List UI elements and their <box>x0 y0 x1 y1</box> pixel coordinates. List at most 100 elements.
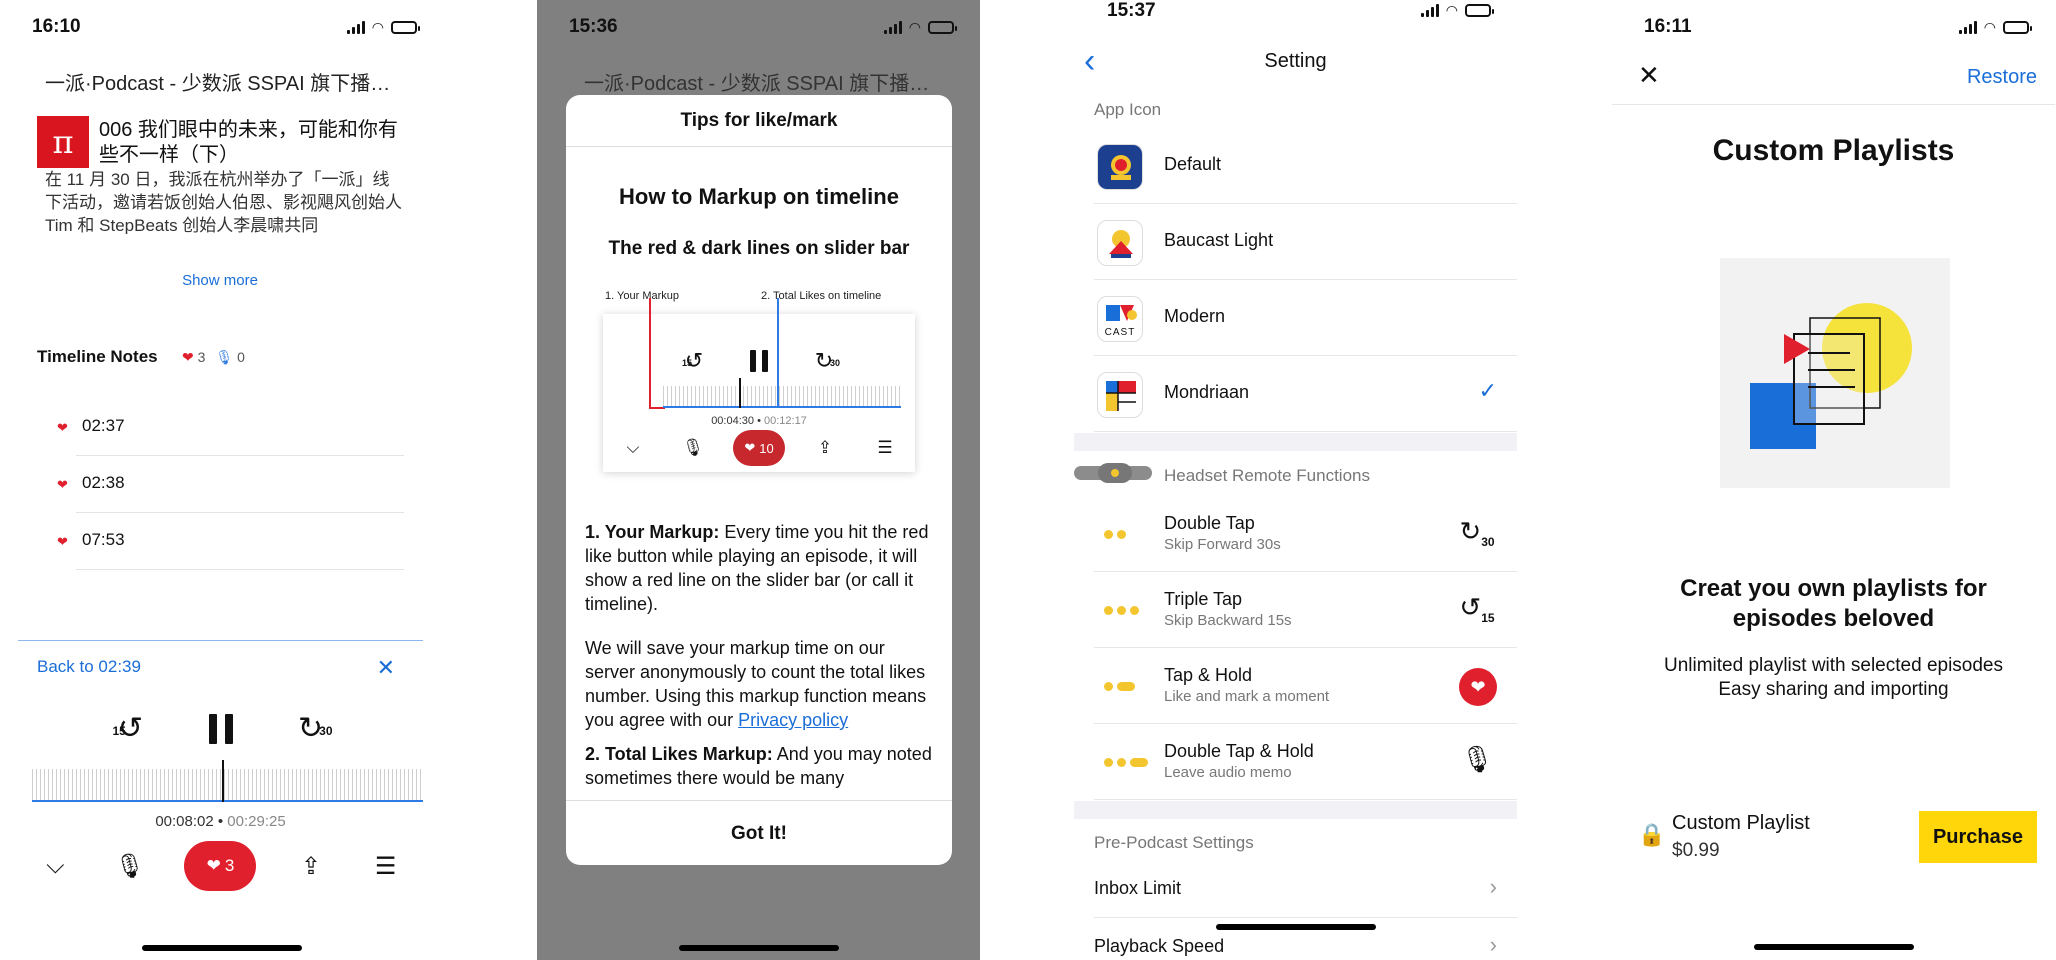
slider-playhead[interactable] <box>222 760 225 802</box>
illustration-slider <box>663 378 901 408</box>
headset-double-tap-hold-row[interactable]: Double Tap & Hold Leave audio memo 🎙 <box>1094 724 1517 800</box>
purchase-button[interactable]: Purchase <box>1919 811 2037 863</box>
timeline-notes-counts: ❤ 3 🎙 0 <box>182 349 245 366</box>
chevron-down-icon[interactable]: ⌵ <box>35 852 75 880</box>
app-icon-option-baucast-light[interactable]: Baucast Light <box>1094 204 1517 280</box>
headset-section-header: Headset Remote Functions <box>1164 466 1370 485</box>
skip-forward-seconds: 30 <box>319 724 333 738</box>
time-readout: 00:08:02 • 00:29:25 <box>155 813 286 830</box>
dialog-body[interactable]: How to Markup on timeline The red & dark… <box>566 148 952 800</box>
close-icon[interactable]: ✕ <box>1638 60 1660 91</box>
gesture-title: Tap & Hold <box>1164 665 1253 685</box>
tips-paragraph-3: 2. Total Likes Markup: And you may noted… <box>585 742 935 790</box>
mic-icon[interactable]: 🎙 <box>110 852 150 881</box>
share-icon[interactable]: ⇪ <box>291 852 331 881</box>
podcast-title: 一派·Podcast - 少数派 SSPAI 旗下播… <box>584 73 930 95</box>
home-indicator <box>1753 944 1914 950</box>
triple-dot-icon <box>1104 606 1139 615</box>
slider-track <box>32 800 423 802</box>
label-total-likes: 2. Total Likes on timeline <box>761 290 882 302</box>
default-app-icon <box>1097 144 1143 190</box>
heart-icon: ❤ <box>206 856 221 875</box>
icon-option-label: Baucast Light <box>1164 230 1274 250</box>
share-icon: ⇪ <box>817 438 833 457</box>
battery-icon <box>928 21 957 34</box>
wifi-icon: ◠ <box>1445 2 1458 18</box>
skip-forward-seconds: 30 <box>829 358 840 368</box>
inbox-limit-row[interactable]: Inbox Limit › <box>1094 860 1517 918</box>
status-bar: 16:11 ◠ <box>1612 0 2055 52</box>
mini-player: Back to 02:39 ✕ ↺ 15 ↻ 30 00:08:02 • 00:29… <box>18 640 423 960</box>
skip-seconds: 15 <box>1481 611 1495 626</box>
section-separator <box>1074 801 1517 819</box>
status-bar: 16:10 ◠ <box>0 0 443 52</box>
navigation-bar: ‹ Setting <box>1074 44 1517 88</box>
skip-forward-button[interactable]: ↻ 30 <box>291 711 333 747</box>
icon-option-label: Mondriaan <box>1164 382 1250 402</box>
icon-option-label: Modern <box>1164 306 1226 326</box>
status-icons: ◠ <box>883 19 957 36</box>
episode-description: 在 11 月 30 日，我派在杭州举办了「一派」线下活动，邀请若饭创始人伯恩、影… <box>45 170 402 234</box>
app-icon-option-modern[interactable]: CAST Modern <box>1094 280 1517 356</box>
battery-icon <box>2003 21 2032 34</box>
app-icon-option-mondriaan[interactable]: Mondriaan ✓ <box>1094 356 1517 432</box>
privacy-policy-link[interactable]: Privacy policy <box>738 710 848 730</box>
illustration-player: 1. Your Markup 2. Total Likes on timelin… <box>603 290 915 472</box>
like-count: 3 <box>224 856 235 875</box>
back-to-position-link[interactable]: Back to 02:39 <box>37 657 141 677</box>
header-divider <box>1612 104 2055 105</box>
promo-headline: Creat you own playlists for episodes bel… <box>1680 575 1987 632</box>
tips-paragraph-1: 1. Your Markup: Every time you hit the r… <box>585 520 935 616</box>
tips-heading: How to Markup on timeline <box>619 184 899 209</box>
paragraph-bold: 2. Total Likes Markup: <box>585 744 773 764</box>
status-time: 16:11 <box>1644 16 1692 37</box>
like-button[interactable]: ❤ 3 <box>184 841 257 891</box>
product-name: Custom Playlist <box>1672 812 1810 834</box>
product-price: $0.99 <box>1672 840 1720 861</box>
feature-line: Easy sharing and importing <box>1718 679 1949 700</box>
skip-back-button[interactable]: ↺ 15 <box>111 711 151 747</box>
like-count: 10 <box>759 440 774 456</box>
note-time: 02:37 <box>82 416 125 435</box>
timeline-note-item[interactable]: ❤ 02:38 <box>57 456 404 513</box>
slider-playhead <box>739 378 742 408</box>
paragraph-bold: 1. Your Markup: <box>585 522 720 542</box>
home-indicator <box>141 945 302 951</box>
restore-button[interactable]: Restore <box>1967 66 2037 89</box>
heart-icon: ❤ <box>1459 668 1497 706</box>
pause-button[interactable] <box>208 714 233 744</box>
dot-dot-dash-icon <box>1104 758 1148 767</box>
signal-icon <box>883 21 902 34</box>
wifi-icon: ◠ <box>908 19 921 35</box>
dot-dash-icon <box>1104 682 1135 691</box>
total-time: 00:12:17 <box>763 415 807 427</box>
skip-back-seconds: 15 <box>112 724 126 738</box>
tips-modal-screen: 15:36 ◠ 一派·Podcast - 少数派 SSPAI 旗下播… Tips… <box>537 0 980 960</box>
skip-seconds: 30 <box>1481 535 1495 550</box>
show-more-link[interactable]: Show more <box>0 272 440 289</box>
close-icon[interactable]: ✕ <box>377 655 395 681</box>
pre-podcast-section-header: Pre-Podcast Settings <box>1094 833 1254 852</box>
status-icons: ◠ <box>346 19 420 36</box>
timeline-note-item[interactable]: ❤ 02:37 <box>57 399 404 456</box>
timeline-slider[interactable] <box>32 760 423 802</box>
app-icon-option-default[interactable]: Default <box>1094 128 1517 204</box>
like-pill-icon: ❤ 10 <box>733 430 785 466</box>
headset-double-tap-row[interactable]: Double Tap Skip Forward 30s ↻30 <box>1094 496 1517 572</box>
home-indicator <box>678 945 839 951</box>
headset-triple-tap-row[interactable]: Triple Tap Skip Backward 15s ↺15 <box>1094 572 1517 648</box>
tips-paragraph-2: We will save your markup time on our ser… <box>585 636 935 732</box>
gesture-subtitle: Skip Forward 30s <box>1164 536 1281 553</box>
mic-icon: 🎙 <box>682 438 704 457</box>
total-time: 00:29:25 <box>227 813 286 830</box>
podcast-title[interactable]: 一派·Podcast - 少数派 SSPAI 旗下播… <box>45 67 390 96</box>
headset-icon <box>1074 463 1152 483</box>
got-it-button[interactable]: Got It! <box>566 800 952 865</box>
timeline-note-item[interactable]: ❤ 07:53 <box>57 513 404 570</box>
sliders-icon[interactable]: ☰ <box>366 852 406 881</box>
skip-back-icon: ↺15 <box>680 348 708 374</box>
setting-label: Playback Speed <box>1094 936 1225 956</box>
episode-player-screen: 16:10 ◠ 一派·Podcast - 少数派 SSPAI 旗下播… π 00… <box>0 0 443 960</box>
tips-subheading: The red & dark lines on slider bar <box>608 238 910 259</box>
headset-tap-hold-row[interactable]: Tap & Hold Like and mark a moment ❤ <box>1094 648 1517 724</box>
